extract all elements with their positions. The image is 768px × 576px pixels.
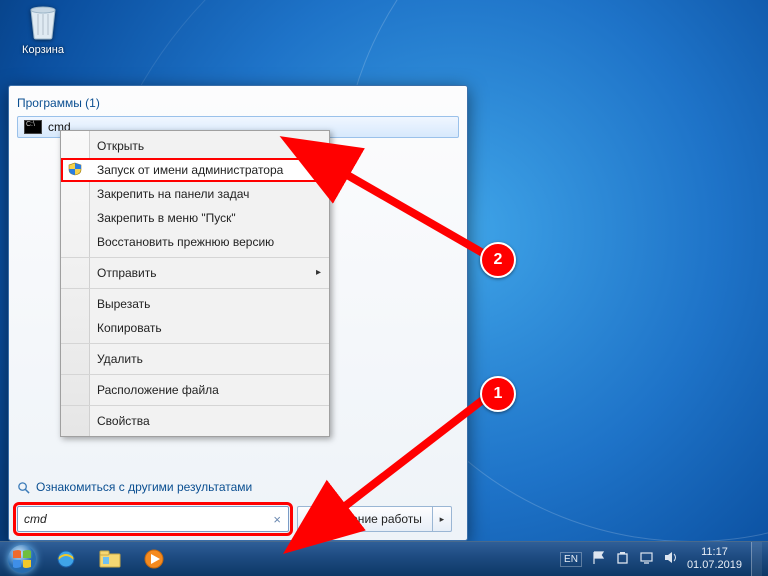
menu-separator: [61, 374, 329, 375]
search-input[interactable]: [22, 511, 270, 527]
annotation-marker-1: 1: [480, 376, 516, 412]
power-tray-icon[interactable]: [615, 550, 630, 568]
context-menu-item[interactable]: Копировать: [61, 316, 329, 340]
network-tray-icon[interactable]: [639, 550, 654, 568]
context-menu-item[interactable]: Открыть: [61, 134, 329, 158]
menu-separator: [61, 405, 329, 406]
menu-separator: [61, 257, 329, 258]
context-menu-item-label: Восстановить прежнюю версию: [97, 235, 274, 249]
context-menu-item[interactable]: Закрепить в меню "Пуск": [61, 206, 329, 230]
more-results-link[interactable]: Ознакомиться с другими результатами: [17, 480, 252, 494]
context-menu-item[interactable]: Закрепить на панели задач: [61, 182, 329, 206]
cmd-icon: [24, 120, 42, 134]
recycle-bin-label: Корзина: [18, 44, 68, 56]
volume-tray-icon[interactable]: [663, 550, 678, 568]
clock-time: 11:17: [687, 546, 742, 559]
taskbar-media-player[interactable]: [132, 545, 176, 573]
uac-shield-icon: [68, 162, 82, 176]
shutdown-button-group: Завершение работы ▸: [297, 506, 452, 532]
context-menu-item-label: Копировать: [97, 321, 162, 335]
annotation-marker-2: 2: [480, 242, 516, 278]
show-desktop-button[interactable]: [751, 542, 762, 576]
context-menu-item-label: Удалить: [97, 352, 143, 366]
recycle-bin[interactable]: Корзина: [18, 2, 68, 56]
clock-date: 01.07.2019: [687, 559, 742, 572]
menu-separator: [61, 343, 329, 344]
shutdown-button[interactable]: Завершение работы: [297, 506, 433, 532]
taskbar: EN 11:17 01.07.2019: [0, 541, 768, 576]
context-menu-item[interactable]: Вырезать: [61, 292, 329, 316]
context-menu-item-label: Расположение файла: [97, 383, 219, 397]
context-menu-item[interactable]: Расположение файла: [61, 378, 329, 402]
search-icon: [17, 481, 30, 494]
context-menu-item[interactable]: Отправить ▸: [61, 261, 329, 285]
context-menu-item-label: Отправить: [97, 266, 157, 280]
clear-search-icon[interactable]: ×: [270, 512, 284, 527]
start-button[interactable]: [0, 542, 44, 576]
shutdown-label: Завершение работы: [308, 512, 422, 526]
context-menu-item-label: Свойства: [97, 414, 150, 428]
context-menu-item-label: Вырезать: [97, 297, 150, 311]
context-menu: Открыть Запуск от имени администратора Зак…: [60, 130, 330, 437]
context-menu-item-label: Открыть: [97, 139, 144, 153]
language-indicator[interactable]: EN: [560, 552, 582, 567]
context-menu-item-label: Закрепить на панели задач: [97, 187, 249, 201]
context-menu-item[interactable]: Восстановить прежнюю версию: [61, 230, 329, 254]
context-menu-item-label: Закрепить в меню "Пуск": [97, 211, 236, 225]
chevron-right-icon: ▸: [440, 514, 445, 525]
recycle-bin-icon: [26, 2, 60, 40]
more-results-label: Ознакомиться с другими результатами: [36, 480, 252, 494]
search-section-header: Программы (1): [17, 96, 459, 110]
context-menu-item-label: Запуск от имени администратора: [97, 163, 283, 177]
taskbar-ie[interactable]: [44, 545, 88, 573]
search-box[interactable]: ×: [17, 506, 289, 532]
menu-separator: [61, 288, 329, 289]
context-menu-item[interactable]: Запуск от имени администратора: [61, 158, 329, 182]
context-menu-item[interactable]: Свойства: [61, 409, 329, 433]
system-tray: EN 11:17 01.07.2019: [560, 542, 768, 576]
flag-tray-icon[interactable]: [591, 550, 606, 568]
context-menu-item[interactable]: Удалить: [61, 347, 329, 371]
taskbar-clock[interactable]: 11:17 01.07.2019: [687, 546, 742, 571]
submenu-arrow-icon: ▸: [316, 267, 321, 278]
taskbar-explorer[interactable]: [88, 545, 132, 573]
shutdown-options-arrow[interactable]: ▸: [433, 506, 452, 532]
